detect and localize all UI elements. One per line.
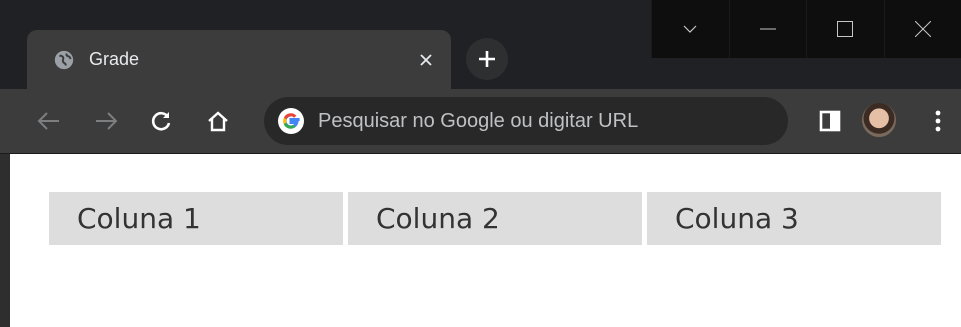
tab-grade[interactable]: Grade	[27, 30, 451, 89]
maximize-icon	[837, 21, 854, 37]
menu-button[interactable]	[923, 106, 953, 136]
grid: Coluna 1 Coluna 2 Coluna 3	[49, 192, 941, 245]
grid-cell-column-2: Coluna 2	[348, 192, 642, 245]
side-panel-button[interactable]	[815, 106, 845, 136]
forward-button[interactable]	[91, 106, 121, 136]
minimize-icon	[759, 28, 776, 30]
toolbar: Pesquisar no Google ou digitar URL	[0, 89, 961, 154]
maximize-button[interactable]	[806, 0, 884, 58]
chevron-down-icon	[683, 25, 697, 33]
reload-button[interactable]	[146, 106, 176, 136]
browser-window: Grade Pesquisar no Google ou digitar URL…	[0, 0, 961, 327]
grid-cell-column-1: Coluna 1	[49, 192, 343, 245]
home-icon	[208, 111, 228, 132]
profile-avatar[interactable]	[862, 103, 896, 137]
close-icon	[420, 53, 432, 66]
address-bar-placeholder: Pesquisar no Google ou digitar URL	[318, 109, 639, 132]
tab-title: Grade	[89, 49, 140, 69]
home-button[interactable]	[203, 106, 233, 136]
kebab-menu-icon	[935, 110, 941, 132]
tab-close-button[interactable]	[415, 49, 437, 71]
window-caption-controls	[651, 0, 961, 58]
google-icon	[278, 108, 304, 134]
tab-strip: Grade	[0, 0, 961, 89]
close-window-button[interactable]	[883, 0, 961, 58]
address-bar[interactable]: Pesquisar no Google ou digitar URL	[264, 97, 788, 145]
arrow-left-icon	[37, 112, 59, 130]
globe-icon	[54, 50, 74, 69]
side-panel-icon	[819, 110, 841, 132]
tab-search-button[interactable]	[651, 0, 729, 58]
plus-icon	[479, 51, 495, 67]
grid-cell-column-3: Coluna 3	[647, 192, 941, 245]
arrow-right-icon	[96, 112, 118, 130]
back-button[interactable]	[34, 106, 64, 136]
reload-icon	[151, 111, 171, 131]
minimize-button[interactable]	[728, 0, 807, 58]
new-tab-button[interactable]	[466, 38, 508, 80]
close-icon	[914, 21, 931, 37]
page-content: Coluna 1 Coluna 2 Coluna 3	[0, 154, 961, 327]
